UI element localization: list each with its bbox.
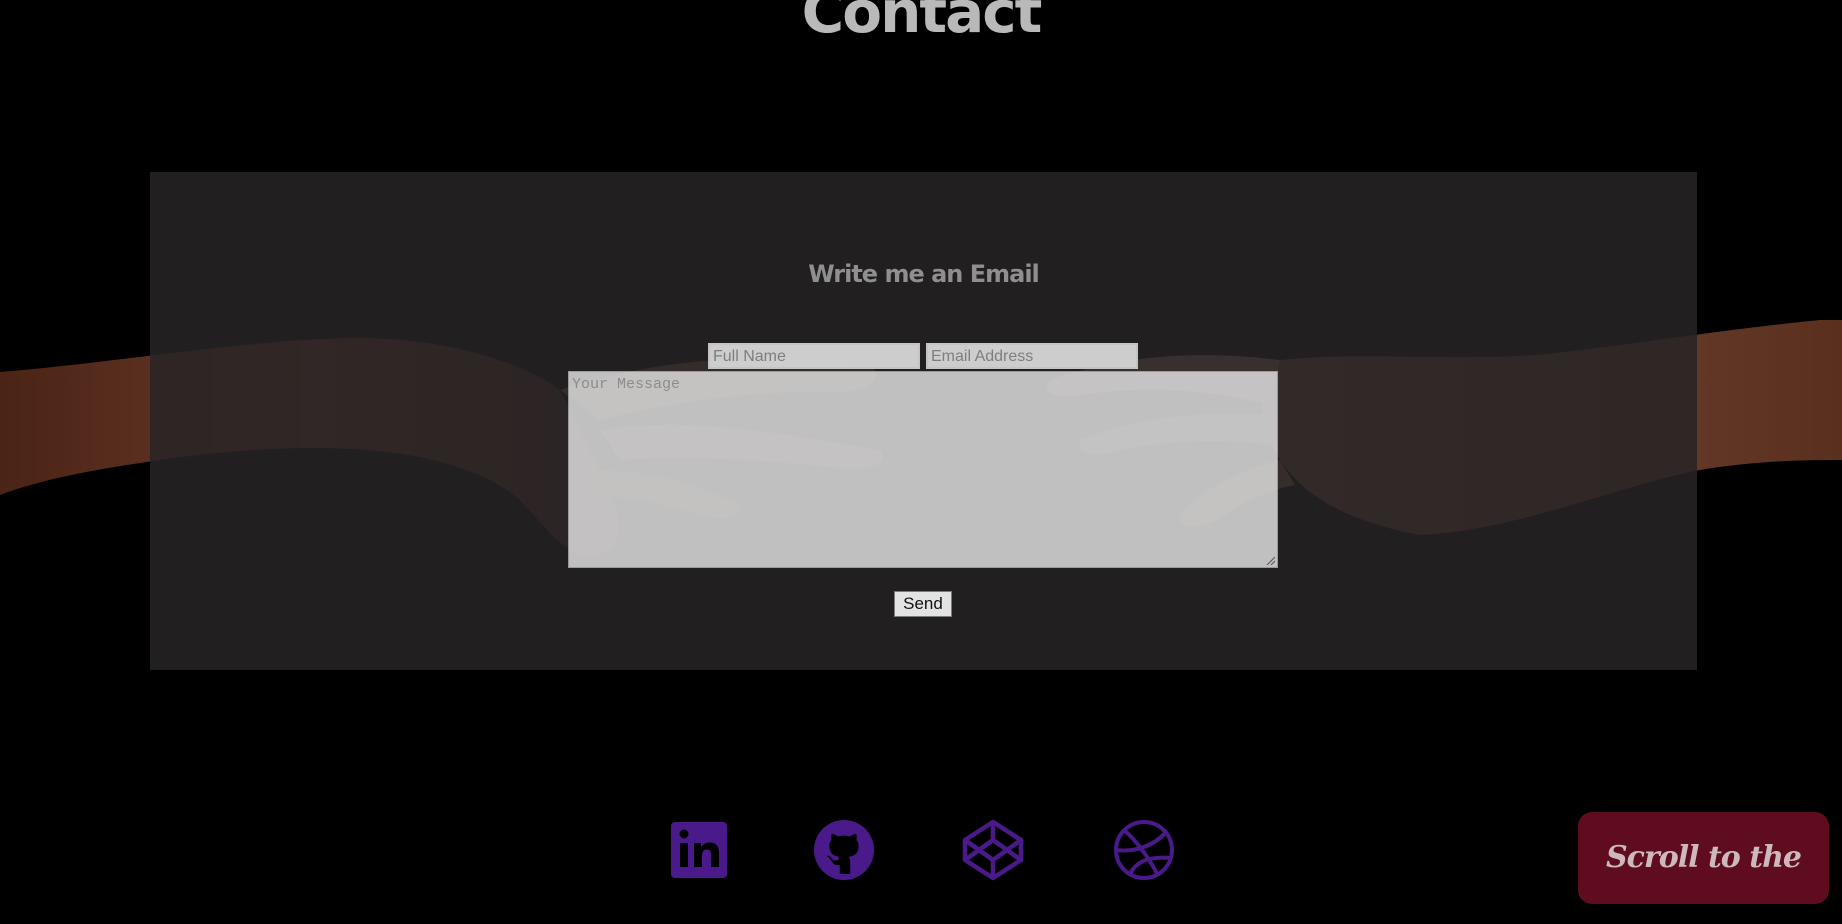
codepen-link[interactable] [961,818,1025,882]
linkedin-icon [671,822,727,878]
codepen-icon [962,819,1024,881]
github-link[interactable] [812,818,876,882]
send-button[interactable]: Send [894,591,952,617]
page-title: Contact [801,0,1043,46]
linkedin-link[interactable] [667,818,731,882]
form-heading: Write me an Email [808,260,1040,288]
message-textarea[interactable]: Your Message [568,371,1278,568]
dribbble-icon [1114,820,1174,880]
resize-grip-icon[interactable] [1265,555,1275,565]
full-name-input[interactable]: Full Name [708,343,920,369]
dribbble-link[interactable] [1112,818,1176,882]
contact-form-panel: Write me an Email Full Name Email Addres… [150,172,1697,670]
contact-page: Contact Write me an Email Full Name Emai… [0,0,1842,924]
message-placeholder: Your Message [572,376,681,393]
github-icon [814,820,874,880]
scroll-to-top-button[interactable]: Scroll to the top [1578,812,1829,904]
email-address-input[interactable]: Email Address [926,343,1138,369]
